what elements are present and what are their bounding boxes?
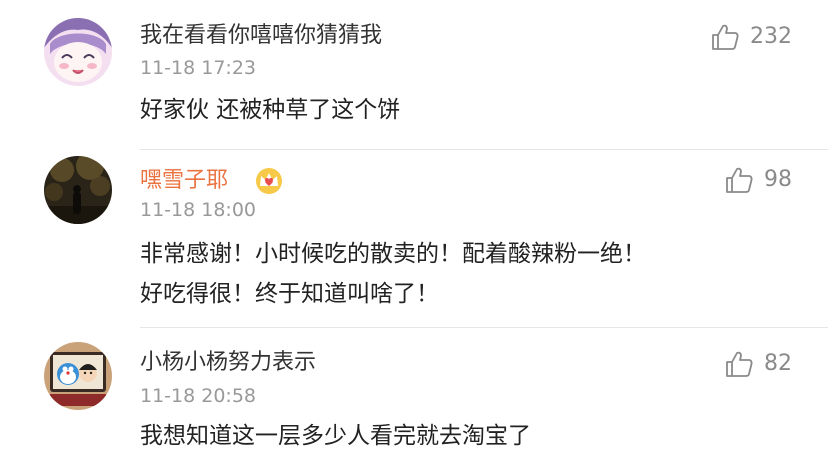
- comment-item: 嘿雪子耶 11-18 18:00 非常感谢！小时候吃的散卖的！配着酸辣粉一绝！ …: [0, 150, 828, 328]
- username[interactable]: 小杨小杨努力表示: [140, 349, 316, 377]
- doraemon-avatar: [44, 342, 112, 410]
- like-count: 82: [764, 351, 792, 376]
- thumb-up-icon: [712, 24, 739, 50]
- avatar[interactable]: [44, 18, 112, 86]
- night-scene-avatar: [44, 156, 112, 224]
- avatar[interactable]: [44, 156, 112, 224]
- comment-line: 好家伙 还被种草了这个饼: [140, 97, 401, 123]
- comment-list: 我在看看你嘻嘻你猜猜我 11-18 17:23 好家伙 还被种草了这个饼 232: [0, 0, 828, 466]
- comment-item: 小杨小杨努力表示 11-18 20:58 我想知道这一层多少人看完就去淘宝了 8…: [0, 328, 828, 466]
- anime-girl-avatar: [44, 18, 112, 86]
- thumb-up-icon: [726, 167, 753, 193]
- comment-text: 好家伙 还被种草了这个饼: [140, 90, 400, 130]
- like-count: 98: [764, 167, 792, 192]
- avatar[interactable]: [44, 342, 112, 410]
- comment-item: 我在看看你嘻嘻你猜猜我 11-18 17:23 好家伙 还被种草了这个饼 232: [0, 0, 828, 150]
- like-button[interactable]: 98: [724, 165, 792, 195]
- thumb-up-icon: [726, 351, 753, 377]
- comment-line: 好吃得很！终于知道叫啥了！: [140, 281, 439, 307]
- timestamp: 11-18 20:58: [140, 385, 257, 407]
- username[interactable]: 我在看看你嘻嘻你猜猜我: [140, 22, 382, 50]
- timestamp: 11-18 17:23: [140, 57, 257, 79]
- like-button[interactable]: 82: [724, 349, 792, 379]
- like-button[interactable]: 232: [710, 22, 792, 52]
- comment-line: 非常感谢！小时候吃的散卖的！配着酸辣粉一绝！: [140, 241, 646, 267]
- comment-line: 我想知道这一层多少人看完就去淘宝了: [140, 423, 531, 449]
- timestamp: 11-18 18:00: [140, 199, 257, 221]
- username[interactable]: 嘿雪子耶: [140, 167, 228, 195]
- vip-crown-icon: [254, 166, 284, 196]
- comment-text: 我想知道这一层多少人看完就去淘宝了: [140, 416, 531, 456]
- comment-text: 非常感谢！小时候吃的散卖的！配着酸辣粉一绝！ 好吃得很！终于知道叫啥了！: [140, 234, 646, 314]
- like-count: 232: [750, 24, 792, 49]
